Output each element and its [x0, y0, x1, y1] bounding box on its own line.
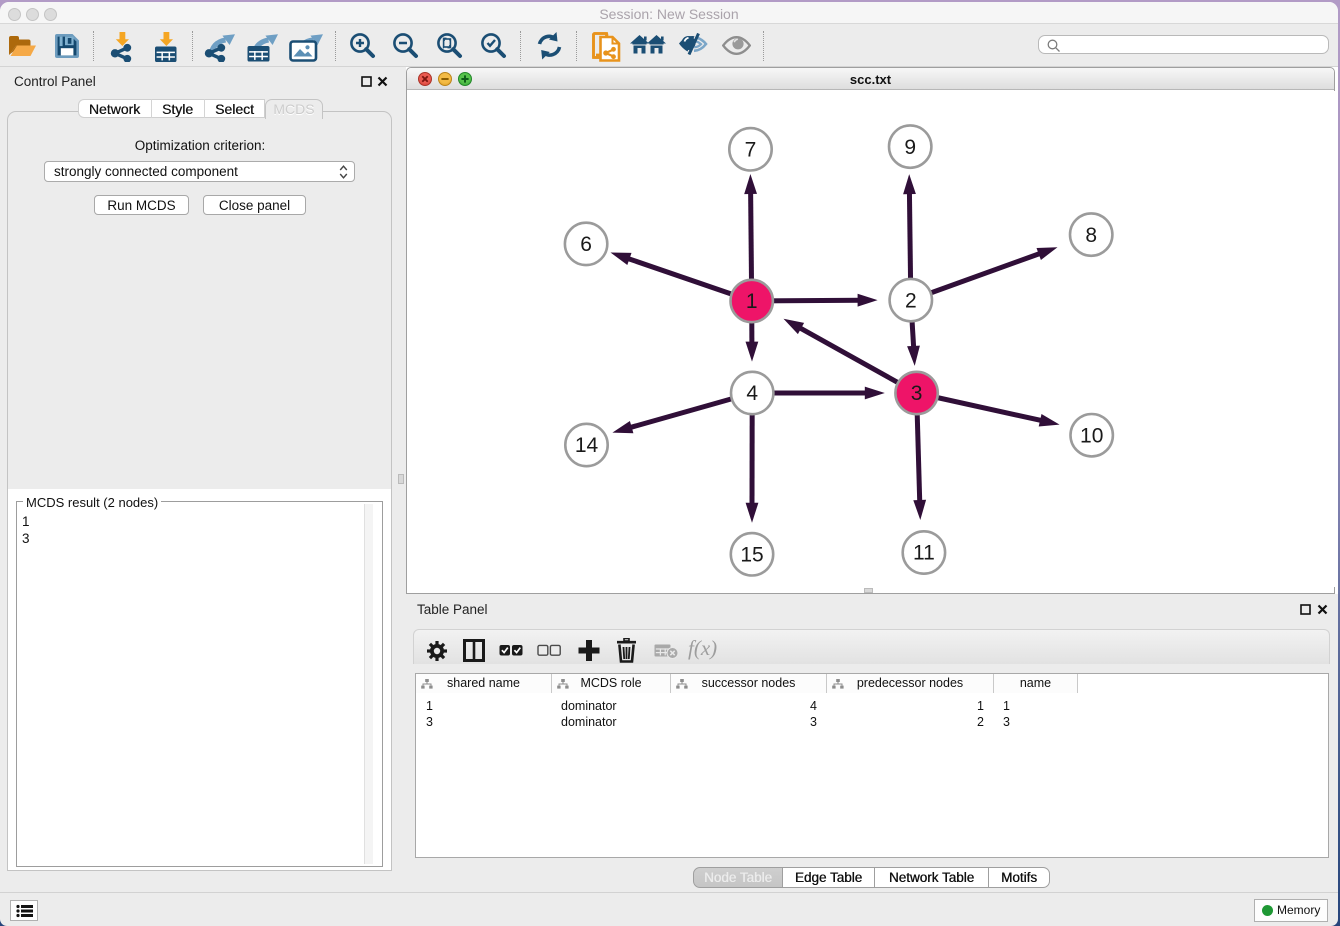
svg-text:3: 3 — [911, 382, 923, 405]
svg-text:11: 11 — [913, 542, 935, 565]
svg-text:14: 14 — [575, 434, 599, 457]
svg-text:1: 1 — [746, 290, 758, 313]
svg-text:15: 15 — [740, 544, 763, 567]
svg-text:9: 9 — [904, 136, 916, 159]
svg-text:4: 4 — [746, 382, 758, 405]
svg-text:8: 8 — [1085, 224, 1097, 247]
svg-text:10: 10 — [1080, 424, 1103, 447]
svg-text:2: 2 — [905, 289, 917, 312]
svg-text:7: 7 — [745, 139, 757, 162]
svg-text:6: 6 — [580, 233, 592, 256]
